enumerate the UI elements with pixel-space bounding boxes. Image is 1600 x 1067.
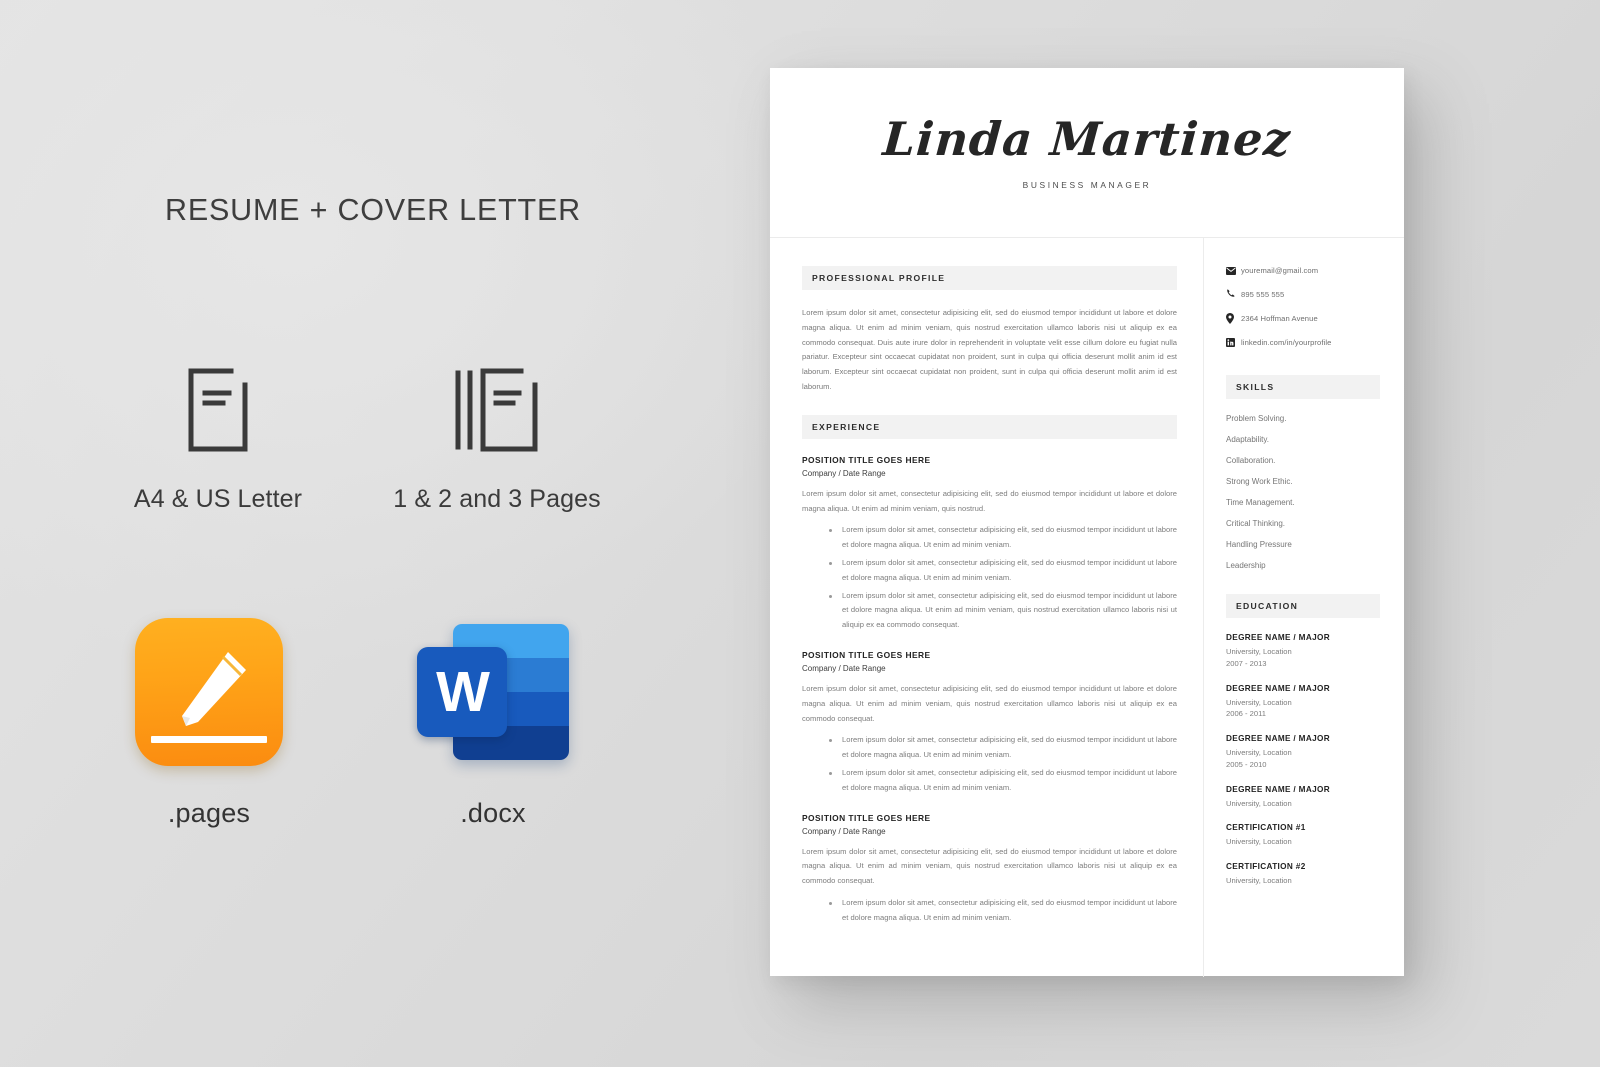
job-description: Lorem ipsum dolor sit amet, consectetur … (802, 683, 1177, 723)
single-page-document-icon (93, 358, 343, 462)
job-description: Lorem ipsum dolor sit amet, consectetur … (802, 846, 1177, 886)
format-docx: W .docx (368, 608, 618, 829)
contact-list: youremail@gmail.com 895 555 555 2364 Hof… (1226, 266, 1380, 347)
feature-page-count-label: 1 & 2 and 3 Pages (393, 485, 601, 513)
education-years: 2006 - 2011 (1226, 709, 1266, 719)
experience-entry: POSITION TITLE GOES HERE Company / Date … (802, 455, 1177, 633)
section-heading-profile: PROFESSIONAL PROFILE (802, 266, 1177, 290)
contact-linkedin[interactable]: linkedin.com/in/yourprofile (1226, 338, 1380, 347)
multi-page-document-icon (372, 358, 622, 462)
word-letter-tile: W (417, 647, 507, 737)
resume-body: PROFESSIONAL PROFILE Lorem ipsum dolor s… (770, 238, 1404, 977)
section-heading-education: EDUCATION (1226, 594, 1380, 618)
contact-linkedin-value: linkedin.com/in/yourprofile (1241, 338, 1332, 347)
job-company-dates: Company / Date Range (802, 663, 886, 673)
job-bullet-list: Lorem ipsum dolor sit amet, consectetur … (802, 523, 1177, 633)
feature-page-count: 1 & 2 and 3 Pages (372, 358, 622, 514)
education-institution: University, Location (1226, 748, 1292, 758)
section-heading-skills: SKILLS (1226, 375, 1380, 399)
certification-institution: University, Location (1226, 876, 1292, 886)
skill-item: Strong Work Ethic. (1226, 477, 1293, 486)
skill-item: Handling Pressure (1226, 540, 1292, 549)
job-bullet: Lorem ipsum dolor sit amet, consectetur … (829, 733, 1177, 763)
job-company-dates: Company / Date Range (802, 468, 886, 478)
job-bullet: Lorem ipsum dolor sit amet, consectetur … (829, 523, 1177, 553)
phone-icon (1226, 289, 1241, 299)
job-company-dates: Company / Date Range (802, 826, 886, 836)
contact-phone-value: 895 555 555 (1241, 289, 1285, 299)
contact-email[interactable]: youremail@gmail.com (1226, 266, 1380, 275)
certification-institution: University, Location (1226, 837, 1292, 847)
location-pin-icon (1226, 313, 1241, 324)
job-description: Lorem ipsum dolor sit amet, consectetur … (802, 488, 1177, 513)
resume-document: Linda Martinez BUSINESS MANAGER PROFESSI… (770, 68, 1404, 977)
certification-name: CERTIFICATION #2 (1226, 862, 1306, 872)
education-entry: DEGREE NAME / MAJOR University, Location… (1226, 734, 1380, 771)
education-institution: University, Location (1226, 697, 1292, 707)
format-pages: .pages (84, 608, 334, 829)
format-pages-label: .pages (167, 798, 251, 828)
certification-entry: CERTIFICATION #1 University, Location (1226, 823, 1380, 848)
education-institution: University, Location (1226, 647, 1292, 656)
contact-phone[interactable]: 895 555 555 (1226, 289, 1380, 299)
education-years: 2005 - 2010 (1226, 759, 1267, 769)
skill-item: Critical Thinking. (1226, 519, 1285, 528)
resume-sidebar-column: youremail@gmail.com 895 555 555 2364 Hof… (1204, 238, 1404, 977)
contact-email-value: youremail@gmail.com (1241, 266, 1319, 275)
job-title: POSITION TITLE GOES HERE (802, 812, 931, 823)
promo-title: RESUME + COVER LETTER (165, 193, 581, 227)
poster-canvas: RESUME + COVER LETTER A4 & US Letter 1 &… (0, 0, 1600, 1067)
education-institution: University, Location (1226, 798, 1292, 808)
promo-panel: RESUME + COVER LETTER A4 & US Letter 1 &… (0, 0, 760, 1067)
experience-entry: POSITION TITLE GOES HERE Company / Date … (802, 650, 1177, 796)
job-title: POSITION TITLE GOES HERE (802, 649, 931, 660)
certification-entry: CERTIFICATION #2 University, Location (1226, 862, 1380, 887)
job-bullet: Lorem ipsum dolor sit amet, consectetur … (829, 589, 1177, 633)
contact-address-value: 2364 Hoffman Avenue (1241, 314, 1318, 323)
education-degree: DEGREE NAME / MAJOR (1226, 784, 1331, 794)
skill-item: Collaboration. (1226, 456, 1276, 465)
education-list: DEGREE NAME / MAJOR University, Location… (1226, 633, 1380, 887)
candidate-role: BUSINESS MANAGER (1022, 179, 1152, 190)
job-bullet-list: Lorem ipsum dolor sit amet, consectetur … (802, 896, 1177, 926)
format-docx-label: .docx (460, 798, 526, 828)
envelope-icon (1226, 266, 1241, 275)
job-title: POSITION TITLE GOES HERE (802, 454, 931, 465)
education-degree: DEGREE NAME / MAJOR (1226, 683, 1331, 693)
experience-entry: POSITION TITLE GOES HERE Company / Date … (802, 813, 1177, 926)
skill-item: Problem Solving. (1226, 414, 1287, 423)
resume-header: Linda Martinez BUSINESS MANAGER (770, 68, 1404, 238)
microsoft-word-app-icon: W (368, 608, 618, 776)
section-heading-experience: EXPERIENCE (802, 414, 1177, 439)
resume-main-column: PROFESSIONAL PROFILE Lorem ipsum dolor s… (770, 238, 1204, 977)
certification-name: CERTIFICATION #1 (1226, 823, 1306, 833)
job-bullet: Lorem ipsum dolor sit amet, consectetur … (829, 556, 1177, 586)
skill-item: Time Management. (1226, 498, 1295, 507)
candidate-name: Linda Martinez (881, 111, 1293, 166)
contact-address[interactable]: 2364 Hoffman Avenue (1226, 313, 1380, 324)
education-years: 2007 - 2013 (1226, 658, 1267, 668)
education-degree: DEGREE NAME / MAJOR (1226, 734, 1331, 744)
job-bullet: Lorem ipsum dolor sit amet, consectetur … (829, 766, 1177, 796)
job-bullet: Lorem ipsum dolor sit amet, consectetur … (829, 896, 1177, 926)
education-entry: DEGREE NAME / MAJOR University, Location (1226, 785, 1380, 810)
job-bullet-list: Lorem ipsum dolor sit amet, consectetur … (802, 733, 1177, 795)
education-entry: DEGREE NAME / MAJOR University, Location… (1226, 633, 1380, 670)
skills-list: Problem Solving. Adaptability. Collabora… (1226, 414, 1380, 570)
linkedin-icon (1226, 338, 1241, 347)
feature-paper-size: A4 & US Letter (93, 358, 343, 514)
education-degree: DEGREE NAME / MAJOR (1226, 633, 1331, 642)
feature-paper-size-label: A4 & US Letter (133, 485, 303, 513)
skill-item: Adaptability. (1226, 435, 1269, 444)
apple-pages-app-icon (84, 608, 334, 776)
profile-text: Lorem ipsum dolor sit amet, consectetur … (802, 308, 1177, 391)
skill-item: Leadership (1226, 561, 1266, 570)
education-entry: DEGREE NAME / MAJOR University, Location… (1226, 684, 1380, 721)
